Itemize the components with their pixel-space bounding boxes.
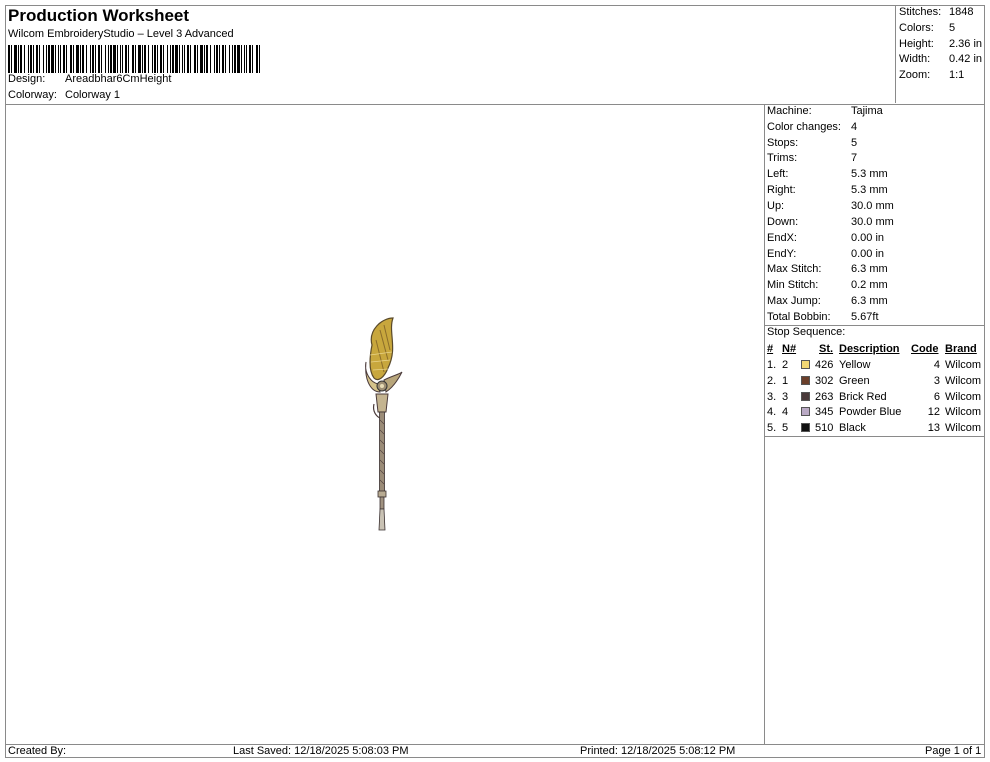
design-label: Design:	[8, 73, 46, 85]
color-swatch	[801, 360, 810, 369]
stop-row-brand: Wilcom	[945, 359, 982, 371]
stop-row-stitches: 345	[815, 406, 834, 418]
stop-row-needle: 4	[782, 406, 789, 418]
stat-colors: Colors: 5	[899, 22, 956, 34]
info-color-changes: Color changes: 4	[767, 121, 858, 133]
stop-row-stitches: 302	[815, 375, 834, 387]
header-divider	[5, 104, 985, 105]
stop-row-num: 4.	[767, 406, 777, 418]
col-header-description: Description	[839, 343, 900, 355]
stop-row-stitches: 263	[815, 391, 834, 403]
colorway-value: Colorway 1	[65, 89, 121, 101]
stop-row-brand: Wilcom	[945, 391, 982, 403]
col-header-st: St.	[819, 343, 834, 355]
color-swatch	[801, 376, 810, 385]
stop-row-num: 5.	[767, 422, 777, 434]
col-header-brand: Brand	[945, 343, 977, 355]
info-min-stitch: Min Stitch: 0.2 mm	[767, 279, 888, 291]
info-right: Right: 5.3 mm	[767, 184, 888, 196]
col-header-code: Code	[911, 343, 939, 355]
side-divider	[764, 104, 765, 744]
info-stops: Stops: 5	[767, 137, 858, 149]
footer-divider	[5, 744, 985, 745]
stop-row-brand: Wilcom	[945, 406, 982, 418]
info-endx: EndX: 0.00 in	[767, 232, 885, 244]
info-max-stitch: Max Stitch: 6.3 mm	[767, 263, 888, 275]
printed-date: Printed: 12/18/2025 5:08:12 PM	[580, 745, 736, 757]
stop-table-end	[764, 436, 985, 437]
stop-row-brand: Wilcom	[945, 375, 982, 387]
last-saved: Last Saved: 12/18/2025 5:08:03 PM	[233, 745, 409, 757]
stop-row-needle: 1	[782, 375, 789, 387]
colorway-label: Colorway:	[8, 89, 57, 101]
stat-zoom: Zoom: 1:1	[899, 69, 965, 81]
stop-row-code: 4	[933, 359, 940, 371]
stop-row-num: 2.	[767, 375, 777, 387]
stop-row-needle: 5	[782, 422, 789, 434]
design-value: Areadbhar6CmHeight	[65, 73, 172, 85]
barcode	[8, 45, 260, 73]
stop-row-description: Brick Red	[839, 391, 887, 403]
stat-stitches: Stitches: 1848	[899, 6, 974, 18]
info-total-bobbin: Total Bobbin: 5.67ft	[767, 311, 879, 323]
stop-row-stitches: 426	[815, 359, 834, 371]
stop-row-code: 13	[927, 422, 940, 434]
stat-height: Height: 2.36 in	[899, 38, 983, 50]
stop-row-num: 3.	[767, 391, 777, 403]
stop-row-needle: 3	[782, 391, 789, 403]
stat-width: Width: 0.42 in	[899, 53, 983, 65]
page-title: Production Worksheet	[8, 6, 190, 25]
stop-row-code: 12	[927, 406, 940, 418]
info-left: Left: 5.3 mm	[767, 168, 888, 180]
col-header-num: #	[767, 343, 774, 355]
stop-row-stitches: 510	[815, 422, 834, 434]
info-machine: Machine: Tajima	[767, 105, 883, 117]
color-swatch	[801, 423, 810, 432]
info-up: Up: 30.0 mm	[767, 200, 894, 212]
stop-row-description: Black	[839, 422, 866, 434]
info-trims: Trims: 7	[767, 152, 858, 164]
spear-design	[365, 317, 403, 531]
info-max-jump: Max Jump: 6.3 mm	[767, 295, 888, 307]
stop-row-code: 3	[933, 375, 940, 387]
col-header-n: N#	[782, 343, 797, 355]
stop-row-brand: Wilcom	[945, 422, 982, 434]
info-down: Down: 30.0 mm	[767, 216, 894, 228]
design-preview	[365, 317, 403, 531]
stop-row-description: Green	[839, 375, 870, 387]
color-swatch	[801, 392, 810, 401]
created-by: Created By:	[8, 745, 67, 757]
stats-panel: Stitches: 1848 Colors: 5 Height: 2.36 in Wi…	[895, 5, 986, 103]
stop-row-needle: 2	[782, 359, 789, 371]
stop-row-description: Powder Blue	[839, 406, 902, 418]
stop-row-description: Yellow	[839, 359, 871, 371]
stop-sequence-title: Stop Sequence:	[767, 326, 846, 338]
color-swatch	[801, 407, 810, 416]
stop-row-code: 6	[933, 391, 940, 403]
page-number: Page 1 of 1	[925, 745, 982, 757]
info-endy: EndY: 0.00 in	[767, 248, 885, 260]
worksheet-header: Production Worksheet Wilcom EmbroiderySt…	[5, 5, 895, 105]
stop-row-num: 1.	[767, 359, 777, 371]
software-subtitle: Wilcom EmbroideryStudio – Level 3 Advanc…	[8, 28, 234, 40]
